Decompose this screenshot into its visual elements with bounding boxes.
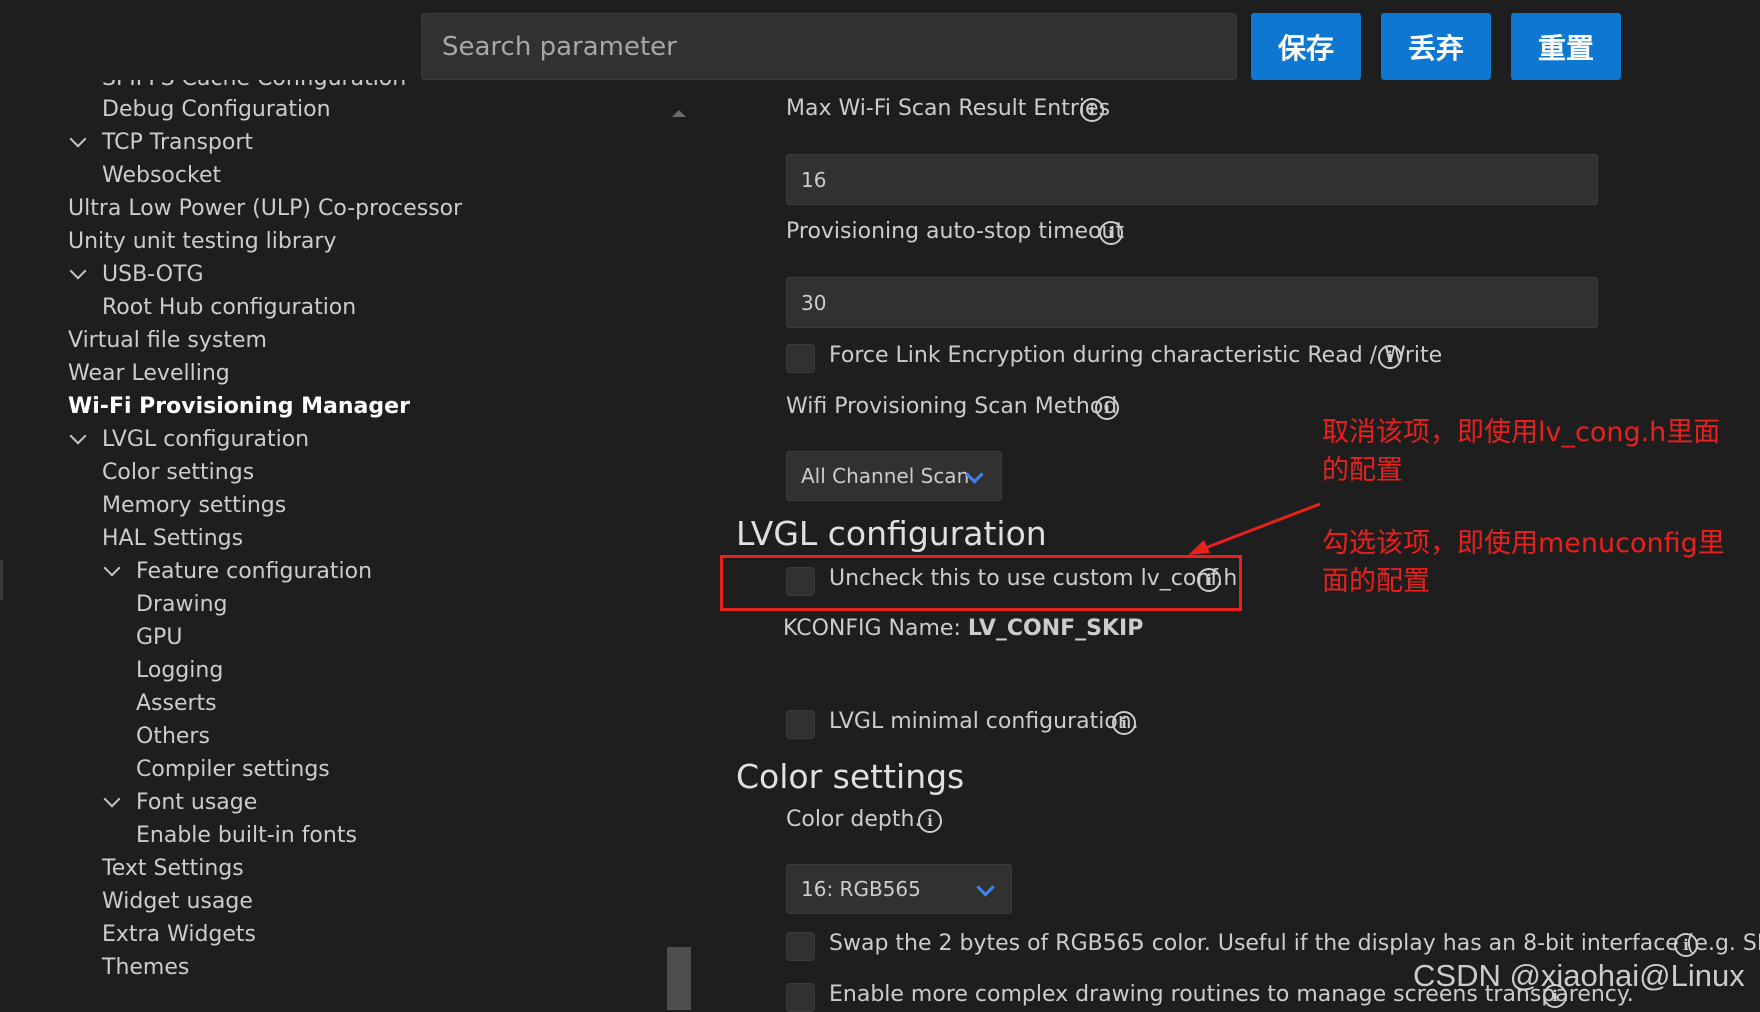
section-title-lvgl: LVGL configuration <box>736 514 1047 553</box>
info-icon[interactable]: i <box>1112 711 1136 735</box>
sidebar-tree: SPIFFS Cache Configuration Debug Configu… <box>0 80 680 1010</box>
sidebar-item-font-usage[interactable]: Font usage <box>136 788 257 818</box>
chevron-down-icon[interactable] <box>103 559 121 577</box>
sidebar-item-feature-configuration[interactable]: Feature configuration <box>136 557 372 587</box>
color-depth-value: 16: RGB565 <box>801 877 921 901</box>
chevron-down-icon <box>976 878 995 897</box>
sidebar-item-wifi-provisioning[interactable]: Wi-Fi Provisioning Manager <box>68 392 410 422</box>
chevron-down-icon[interactable] <box>103 790 121 808</box>
sidebar-item-ulp[interactable]: Ultra Low Power (ULP) Co-processor <box>68 194 462 224</box>
max-scan-entries-label: Max Wi-Fi Scan Result Entries <box>786 96 1111 121</box>
sidebar-item-gpu[interactable]: GPU <box>136 623 182 653</box>
sidebar-item-enable-builtin-fonts[interactable]: Enable built-in fonts <box>136 821 357 851</box>
watermark: CSDN @xiaohai@Linux <box>1413 958 1745 993</box>
autostop-timeout-label: Provisioning auto-stop timeout <box>786 219 1125 244</box>
sidebar-scrollbar-thumb[interactable] <box>667 947 691 1010</box>
annotation-arrow <box>1188 502 1321 555</box>
info-icon[interactable]: i <box>1095 396 1119 420</box>
info-icon[interactable]: i <box>1674 933 1698 957</box>
annotation-note-check-line2: 面的配置 <box>1322 566 1430 597</box>
sidebar-item-widget-usage[interactable]: Widget usage <box>102 887 253 917</box>
complex-drawing-checkbox[interactable] <box>786 983 815 1012</box>
sidebar-item-memory-settings[interactable]: Memory settings <box>102 491 286 521</box>
sidebar-item-text-settings[interactable]: Text Settings <box>102 854 244 884</box>
annotation-note-uncheck-line2: 的配置 <box>1322 455 1403 486</box>
sidebar-item-lvgl-configuration[interactable]: LVGL configuration <box>102 425 309 455</box>
sidebar-item-usb-otg[interactable]: USB-OTG <box>102 260 204 290</box>
kconfig-name-prefix: KCONFIG Name: <box>783 616 961 641</box>
sidebar-item-spiffs-cache[interactable]: SPIFFS Cache Configuration <box>102 80 406 94</box>
chevron-down-icon[interactable] <box>69 262 87 280</box>
annotation-highlight-box <box>720 555 1242 611</box>
color-depth-select[interactable]: 16: RGB565 <box>786 864 1012 914</box>
sidebar-item-extra-widgets[interactable]: Extra Widgets <box>102 920 256 950</box>
info-icon[interactable]: i <box>1378 345 1402 369</box>
autostop-timeout-input[interactable] <box>786 277 1598 328</box>
minimal-config-label: LVGL minimal configuration. <box>829 709 1139 734</box>
swap-bytes-label: Swap the 2 bytes of RGB565 color. Useful… <box>829 931 1760 956</box>
force-link-encryption-checkbox[interactable] <box>786 344 815 373</box>
max-scan-entries-input[interactable] <box>786 154 1598 205</box>
sidebar-item-tcp-transport[interactable]: TCP Transport <box>102 128 253 158</box>
chevron-down-icon[interactable] <box>69 130 87 148</box>
discard-button[interactable]: 丢弃 <box>1381 13 1491 80</box>
info-icon[interactable]: i <box>1099 221 1123 245</box>
sidebar-item-wear-levelling[interactable]: Wear Levelling <box>68 359 230 389</box>
sidebar-item-logging[interactable]: Logging <box>136 656 223 686</box>
kconfig-name: KCONFIG Name: LV_CONF_SKIP <box>783 614 1143 644</box>
scan-method-value: All Channel Scan <box>801 464 970 488</box>
minimal-config-checkbox[interactable] <box>786 710 815 739</box>
sidebar-item-color-settings[interactable]: Color settings <box>102 458 254 488</box>
annotation-note-check-line1: 勾选该项，即使用menuconfig里 <box>1322 528 1725 559</box>
sidebar-item-others[interactable]: Others <box>136 722 210 752</box>
sidebar-item-vfs[interactable]: Virtual file system <box>68 326 267 356</box>
scroll-up-arrow-icon[interactable] <box>672 110 686 117</box>
info-icon[interactable]: i <box>918 809 942 833</box>
annotation-note-uncheck-line1: 取消该项，即使用lv_cong.h里面 <box>1322 417 1721 448</box>
scan-method-select[interactable]: All Channel Scan <box>786 451 1002 501</box>
scan-method-label: Wifi Provisioning Scan Method <box>786 394 1118 419</box>
sidebar-item-unity[interactable]: Unity unit testing library <box>68 227 336 257</box>
sidebar-item-debug-configuration[interactable]: Debug Configuration <box>102 95 331 125</box>
info-icon[interactable]: i <box>1080 98 1104 122</box>
window-edge <box>0 560 3 600</box>
swap-bytes-checkbox[interactable] <box>786 932 815 961</box>
search-input[interactable] <box>421 13 1237 80</box>
kconfig-name-value: LV_CONF_SKIP <box>967 616 1144 641</box>
sidebar-item-drawing[interactable]: Drawing <box>136 590 227 620</box>
save-button[interactable]: 保存 <box>1251 13 1361 80</box>
sidebar-item-hal-settings[interactable]: HAL Settings <box>102 524 243 554</box>
chevron-down-icon[interactable] <box>69 427 87 445</box>
color-depth-label: Color depth. <box>786 807 922 832</box>
reset-button[interactable]: 重置 <box>1511 13 1621 80</box>
sidebar-item-asserts[interactable]: Asserts <box>136 689 217 719</box>
force-link-encryption-label: Force Link Encryption during characteris… <box>829 343 1443 368</box>
sidebar-item-websocket[interactable]: Websocket <box>102 161 221 191</box>
section-title-color-settings: Color settings <box>736 757 965 796</box>
sidebar-item-root-hub[interactable]: Root Hub configuration <box>102 293 356 323</box>
sidebar-item-compiler-settings[interactable]: Compiler settings <box>136 755 330 785</box>
sidebar-item-themes[interactable]: Themes <box>102 953 189 983</box>
